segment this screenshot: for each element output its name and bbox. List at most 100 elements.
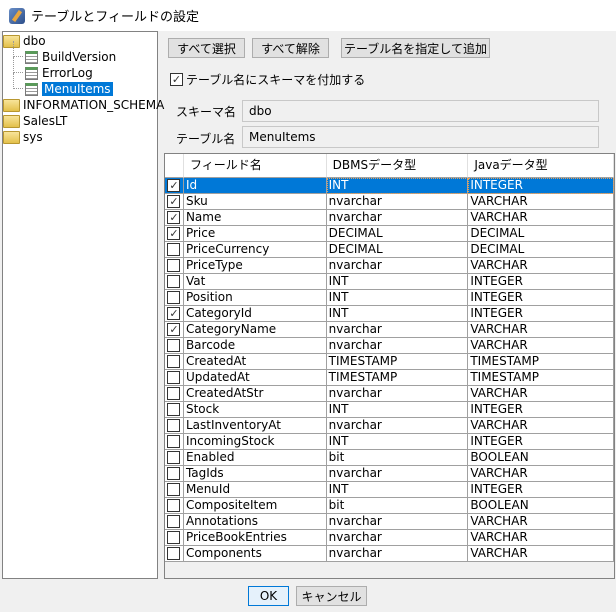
- dbms-type-cell[interactable]: nvarchar: [326, 194, 469, 210]
- tree-item[interactable]: sys: [3, 129, 43, 145]
- row-check-cell[interactable]: [165, 434, 184, 450]
- row-check-cell[interactable]: [165, 290, 184, 306]
- row-checkbox[interactable]: ✓: [167, 323, 181, 336]
- dbms-type-cell[interactable]: nvarchar: [326, 418, 469, 434]
- dbms-type-cell[interactable]: DECIMAL: [326, 242, 469, 258]
- row-checkbox[interactable]: ✓: [167, 179, 181, 192]
- table-row[interactable]: Enabled bit BOOLEAN: [165, 450, 614, 466]
- java-type-cell[interactable]: VARCHAR: [468, 210, 614, 226]
- java-type-cell[interactable]: VARCHAR: [468, 546, 614, 562]
- java-type-cell[interactable]: INTEGER: [468, 306, 614, 322]
- row-check-cell[interactable]: ✓: [165, 322, 184, 338]
- row-check-cell[interactable]: [165, 498, 184, 514]
- dbms-type-cell[interactable]: nvarchar: [326, 338, 469, 354]
- tree-item[interactable]: BuildVersion: [13, 41, 116, 65]
- row-checkbox[interactable]: ✓: [167, 227, 181, 240]
- field-name-cell[interactable]: Vat: [183, 274, 327, 290]
- java-type-cell[interactable]: VARCHAR: [468, 194, 614, 210]
- tree-item[interactable]: ErrorLog: [13, 57, 93, 81]
- add-table-by-name-button[interactable]: テーブル名を指定して追加: [341, 38, 490, 58]
- field-name-cell[interactable]: Name: [183, 210, 327, 226]
- dbms-type-cell[interactable]: nvarchar: [326, 546, 469, 562]
- java-type-cell[interactable]: TIMESTAMP: [468, 354, 614, 370]
- field-name-cell[interactable]: CategoryName: [183, 322, 327, 338]
- schema-prefix-checkbox[interactable]: ✓ テーブル名にスキーマを付加する: [170, 71, 365, 88]
- row-checkbox[interactable]: [167, 419, 181, 432]
- row-checkbox[interactable]: [167, 547, 181, 560]
- java-type-cell[interactable]: DECIMAL: [468, 226, 614, 242]
- dbms-type-cell[interactable]: INT: [326, 178, 469, 194]
- dbms-type-cell[interactable]: TIMESTAMP: [326, 354, 469, 370]
- java-type-cell[interactable]: INTEGER: [468, 274, 614, 290]
- table-row[interactable]: Stock INT INTEGER: [165, 402, 614, 418]
- tree-item[interactable]: SalesLT: [3, 113, 67, 129]
- row-checkbox[interactable]: [167, 371, 181, 384]
- table-row[interactable]: ✓ Sku nvarchar VARCHAR: [165, 194, 614, 210]
- row-checkbox[interactable]: [167, 387, 181, 400]
- row-check-cell[interactable]: ✓: [165, 210, 184, 226]
- table-row[interactable]: PriceBookEntries nvarchar VARCHAR: [165, 530, 614, 546]
- java-type-cell[interactable]: INTEGER: [468, 482, 614, 498]
- row-check-cell[interactable]: [165, 386, 184, 402]
- row-checkbox[interactable]: ✓: [167, 307, 181, 320]
- java-type-cell[interactable]: VARCHAR: [468, 386, 614, 402]
- dbms-type-cell[interactable]: INT: [326, 274, 469, 290]
- header-java-type[interactable]: Javaデータ型: [468, 154, 614, 178]
- java-type-cell[interactable]: VARCHAR: [468, 322, 614, 338]
- java-type-cell[interactable]: VARCHAR: [468, 514, 614, 530]
- field-name-cell[interactable]: IncomingStock: [183, 434, 327, 450]
- dbms-type-cell[interactable]: nvarchar: [326, 530, 469, 546]
- java-type-cell[interactable]: VARCHAR: [468, 338, 614, 354]
- field-name-cell[interactable]: Enabled: [183, 450, 327, 466]
- field-name-cell[interactable]: CreatedAtStr: [183, 386, 327, 402]
- dbms-type-cell[interactable]: INT: [326, 434, 469, 450]
- field-name-cell[interactable]: Price: [183, 226, 327, 242]
- cancel-button[interactable]: キャンセル: [296, 586, 367, 606]
- schema-tree[interactable]: dbo BuildVersion ErrorLog MenuItems INFORMAT…: [2, 31, 164, 579]
- dbms-type-cell[interactable]: nvarchar: [326, 514, 469, 530]
- dbms-type-cell[interactable]: INT: [326, 402, 469, 418]
- row-check-cell[interactable]: [165, 242, 184, 258]
- field-name-cell[interactable]: MenuId: [183, 482, 327, 498]
- row-checkbox[interactable]: [167, 403, 181, 416]
- table-row[interactable]: MenuId INT INTEGER: [165, 482, 614, 498]
- dbms-type-cell[interactable]: DECIMAL: [326, 226, 469, 242]
- field-name-cell[interactable]: Sku: [183, 194, 327, 210]
- ok-button[interactable]: OK: [248, 586, 289, 606]
- dbms-type-cell[interactable]: nvarchar: [326, 258, 469, 274]
- row-checkbox[interactable]: [167, 355, 181, 368]
- field-name-cell[interactable]: PriceBookEntries: [183, 530, 327, 546]
- row-check-cell[interactable]: [165, 482, 184, 498]
- java-type-cell[interactable]: VARCHAR: [468, 258, 614, 274]
- java-type-cell[interactable]: TIMESTAMP: [468, 370, 614, 386]
- row-check-cell[interactable]: [165, 418, 184, 434]
- row-check-cell[interactable]: [165, 514, 184, 530]
- row-check-cell[interactable]: [165, 370, 184, 386]
- table-row[interactable]: Vat INT INTEGER: [165, 274, 614, 290]
- tree-item[interactable]: dbo: [3, 33, 46, 49]
- row-check-cell[interactable]: [165, 466, 184, 482]
- row-checkbox[interactable]: [167, 275, 181, 288]
- row-checkbox[interactable]: [167, 531, 181, 544]
- table-row[interactable]: TagIds nvarchar VARCHAR: [165, 466, 614, 482]
- row-check-cell[interactable]: [165, 546, 184, 562]
- table-row[interactable]: ✓ Price DECIMAL DECIMAL: [165, 226, 614, 242]
- row-check-cell[interactable]: [165, 274, 184, 290]
- field-name-cell[interactable]: CreatedAt: [183, 354, 327, 370]
- row-checkbox[interactable]: [167, 451, 181, 464]
- field-name-cell[interactable]: Components: [183, 546, 327, 562]
- field-name-cell[interactable]: TagIds: [183, 466, 327, 482]
- header-field-name[interactable]: フィールド名: [183, 154, 327, 178]
- row-check-cell[interactable]: ✓: [165, 226, 184, 242]
- row-checkbox[interactable]: ✓: [167, 195, 181, 208]
- dbms-type-cell[interactable]: bit: [326, 450, 469, 466]
- field-name-cell[interactable]: Position: [183, 290, 327, 306]
- table-row[interactable]: LastInventoryAt nvarchar VARCHAR: [165, 418, 614, 434]
- tree-item[interactable]: MenuItems: [13, 73, 113, 97]
- row-checkbox[interactable]: [167, 499, 181, 512]
- java-type-cell[interactable]: VARCHAR: [468, 530, 614, 546]
- dbms-type-cell[interactable]: nvarchar: [326, 386, 469, 402]
- field-name-cell[interactable]: Stock: [183, 402, 327, 418]
- row-check-cell[interactable]: ✓: [165, 306, 184, 322]
- java-type-cell[interactable]: VARCHAR: [468, 418, 614, 434]
